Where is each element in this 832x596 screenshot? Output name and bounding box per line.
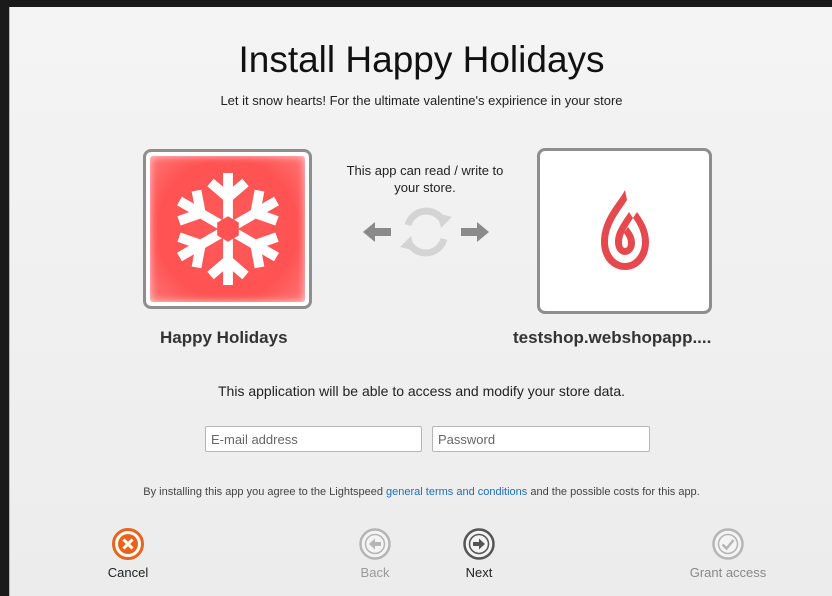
email-field[interactable] [205,426,422,452]
password-field[interactable] [432,426,650,452]
sync-arrows-icon [363,207,489,257]
next-label: Next [465,565,493,580]
snowflake-icon [169,172,287,288]
app-icon-background [150,156,305,302]
next-arrow-icon [463,528,495,560]
cancel-label: Cancel [107,565,149,580]
terms-suffix: and the possible costs for this app. [527,486,700,498]
cancel-icon [112,528,144,560]
back-arrow-icon [359,528,391,560]
permission-text: This app can read / write to your store. [346,163,504,195]
back-button[interactable]: Back [345,527,405,580]
next-button[interactable]: Next [449,527,509,580]
terms-prefix: By installing this app you agree to the … [143,486,387,498]
app-tile [143,149,312,309]
cancel-button[interactable]: Cancel [98,527,158,580]
install-dialog: Install Happy Holidays Let it snow heart… [9,7,832,596]
grant-access-button[interactable]: Grant access [678,527,778,580]
terms-link[interactable]: general terms and conditions [386,486,527,498]
grant-access-label: Grant access [689,565,767,580]
page-subtitle: Let it snow hearts! For the ultimate val… [220,93,623,108]
store-name: testshop.webshopapp.... [513,328,712,347]
access-description: This application will be able to access … [218,383,625,399]
lightspeed-flame-icon [600,190,649,270]
app-name: Happy Holidays [160,328,288,347]
terms-text: By installing this app you agree to the … [10,486,832,498]
page-title: Install Happy Holidays [238,39,605,80]
checkmark-icon [712,528,744,560]
back-label: Back [360,565,390,580]
store-tile [537,148,712,314]
